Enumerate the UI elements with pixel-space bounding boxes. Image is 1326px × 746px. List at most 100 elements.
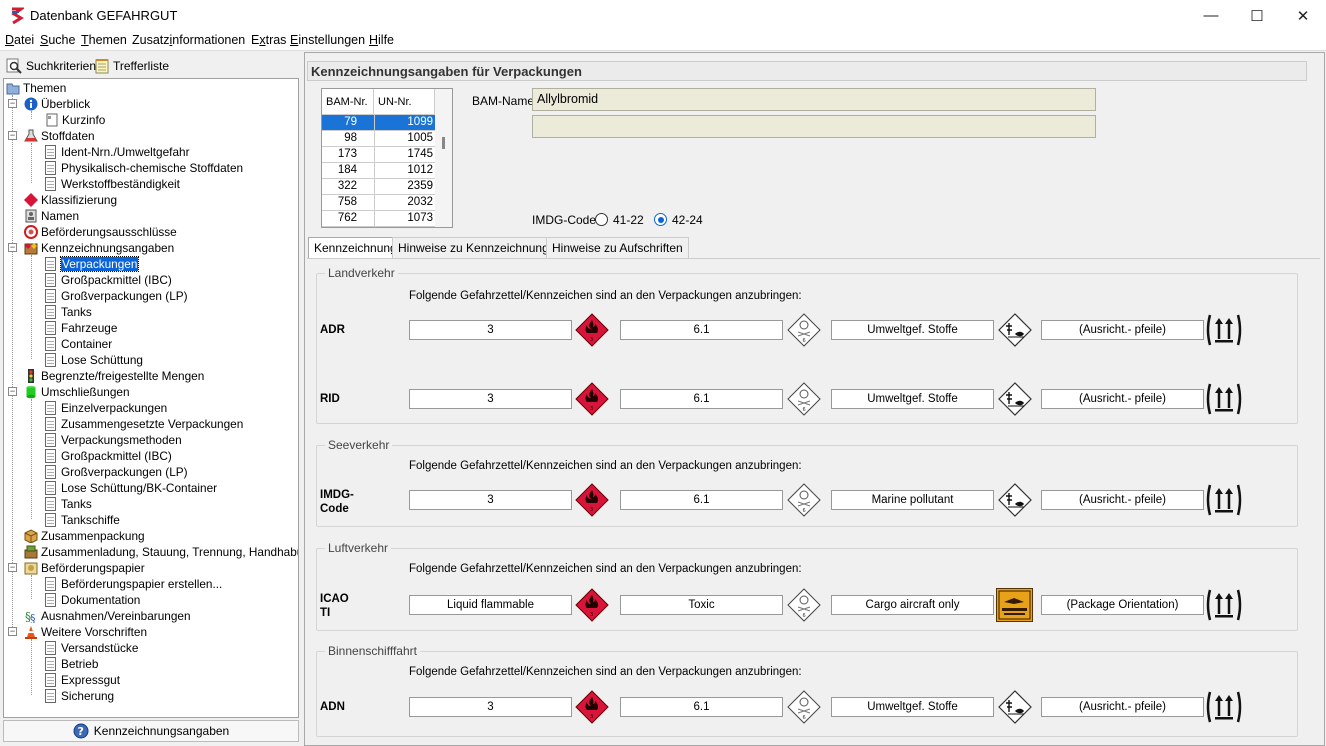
tree-item-label: Zusammengesetzte Verpackungen bbox=[61, 417, 244, 431]
tree-item-stoffdaten[interactable]: Stoffdaten bbox=[24, 128, 95, 144]
menu-extras[interactable]: Extras bbox=[251, 33, 286, 47]
tree-guide bbox=[31, 399, 32, 519]
collapse-toggle[interactable]: − bbox=[8, 243, 17, 252]
collapse-toggle[interactable]: − bbox=[8, 99, 17, 108]
tree-item-zusammenpackung[interactable]: Zusammenpackung bbox=[24, 528, 145, 544]
flame-diamond-icon: 3 bbox=[575, 382, 609, 416]
table-row[interactable]: 322 2359 bbox=[322, 179, 435, 195]
table-row[interactable]: 79 1099 bbox=[322, 115, 435, 131]
svg-text:?: ? bbox=[77, 725, 83, 738]
scrollbar-thumb[interactable] bbox=[442, 137, 445, 149]
radio-42-24[interactable] bbox=[654, 213, 667, 226]
tree-root[interactable]: Themen bbox=[6, 80, 66, 96]
table-row[interactable]: 98 1005 bbox=[322, 131, 435, 147]
menu-themen[interactable]: Themen bbox=[81, 33, 127, 47]
imdg-label-4: (Ausricht.- pfeile) bbox=[1041, 490, 1204, 510]
tree-item-lp2[interactable]: Großverpackungen (LP) bbox=[45, 464, 188, 480]
tree-item-befpapier-erstellen[interactable]: Beförderungspapier erstellen... bbox=[45, 576, 222, 592]
tree-item-ibc[interactable]: Großpackmittel (IBC) bbox=[45, 272, 172, 288]
tab-hinweise-kennzeichnungen[interactable]: Hinweise zu Kennzeichnungen bbox=[392, 237, 569, 258]
tree-item-label: Begrenzte/freigestellte Mengen bbox=[41, 369, 205, 383]
svg-text:3: 3 bbox=[590, 507, 593, 513]
tree-item-zusammenladung[interactable]: Zusammenladung, Stauung, Trennung, Handh… bbox=[24, 544, 298, 560]
tree-item-expressgut[interactable]: Expressgut bbox=[45, 672, 120, 688]
svg-text:3: 3 bbox=[590, 406, 593, 412]
tab-trefferliste[interactable]: Trefferliste bbox=[95, 57, 169, 75]
table-row[interactable]: 184 1012 bbox=[322, 163, 435, 179]
tree-item-methoden[interactable]: Verpackungsmethoden bbox=[45, 432, 182, 448]
tree-item-tanks[interactable]: Tanks bbox=[45, 304, 92, 320]
tree-item-fahrzeuge[interactable]: Fahrzeuge bbox=[45, 320, 117, 336]
tree-item-dokumentation[interactable]: Dokumentation bbox=[45, 592, 140, 608]
tree-item-kennzeichnungsangaben[interactable]: Kennzeichnungsangaben bbox=[24, 240, 174, 256]
menu-hilfe[interactable]: Hilfe bbox=[369, 33, 394, 47]
menu-suche[interactable]: Suche bbox=[40, 33, 75, 47]
bam-name-field-2[interactable] bbox=[532, 115, 1096, 138]
radio-41-22[interactable] bbox=[595, 213, 608, 226]
tree-item-physchem[interactable]: Physikalisch-chemische Stoffdaten bbox=[45, 160, 243, 176]
tree-item-weitere[interactable]: Weitere Vorschriften bbox=[24, 624, 147, 640]
tree-item-ueberblick[interactable]: Überblick bbox=[24, 96, 90, 112]
tree-item-label: Verpackungsmethoden bbox=[61, 433, 182, 447]
tree-item-ident[interactable]: Ident-Nrn./Umweltgefahr bbox=[45, 144, 190, 160]
document-icon bbox=[45, 641, 56, 655]
cell-bam: 758 bbox=[337, 196, 357, 208]
tree-item-kurzinfo[interactable]: Kurzinfo bbox=[45, 112, 105, 128]
collapse-toggle[interactable]: − bbox=[8, 563, 17, 572]
tree-item-verpackungen[interactable]: Verpackungen bbox=[45, 256, 140, 272]
column-header-un[interactable]: UN-Nr. bbox=[374, 89, 435, 115]
tree-item-begrenzte[interactable]: Begrenzte/freigestellte Mengen bbox=[24, 368, 204, 384]
table-row[interactable]: 173 1745 bbox=[322, 147, 435, 163]
tree-item-sicherung[interactable]: Sicherung bbox=[45, 688, 114, 704]
tree-item-tankschiffe[interactable]: Tankschiffe bbox=[45, 512, 120, 528]
tab-hinweise-aufschriften[interactable]: Hinweise zu Aufschriften bbox=[546, 237, 689, 258]
tree-item-klassifizierung[interactable]: Klassifizierung bbox=[24, 192, 117, 208]
tree-item-zusammengesetzt[interactable]: Zusammengesetzte Verpackungen bbox=[45, 416, 243, 432]
menu-einstellungen[interactable]: Einstellungen bbox=[290, 33, 365, 47]
table-row[interactable]: 758 2032 bbox=[322, 195, 435, 211]
collapse-toggle[interactable]: − bbox=[8, 387, 17, 396]
tab-kennzeichnung[interactable]: Kennzeichnung bbox=[308, 237, 403, 258]
tree-item-befpapier[interactable]: Beförderungspapier bbox=[24, 560, 145, 576]
icao-label-3: Cargo aircraft only bbox=[831, 595, 994, 615]
cargo-aircraft-only-icon bbox=[996, 588, 1033, 622]
minimize-button[interactable]: — bbox=[1188, 0, 1234, 31]
table-scrollbar[interactable] bbox=[435, 89, 452, 227]
collapse-toggle[interactable]: − bbox=[8, 131, 17, 140]
tree-item-werkstoff[interactable]: Werkstoffbeständigkeit bbox=[45, 176, 180, 192]
column-header-bam[interactable]: BAM-Nr. bbox=[322, 89, 374, 115]
tree-item-ausnahmen[interactable]: § § Ausnahmen/Vereinbarungen bbox=[24, 608, 191, 624]
tree-item-lose[interactable]: Lose Schüttung bbox=[45, 352, 143, 368]
document-icon bbox=[45, 513, 56, 527]
table-row[interactable]: 762 1073 bbox=[322, 211, 435, 227]
tree-item-einzel[interactable]: Einzelverpackungen bbox=[45, 400, 167, 416]
menu-zusatzinformationen[interactable]: Zusatzinformationen bbox=[132, 33, 245, 47]
tree-item-lp[interactable]: Großverpackungen (LP) bbox=[45, 288, 188, 304]
tree-item-betrieb[interactable]: Betrieb bbox=[45, 656, 98, 672]
tree-item-container[interactable]: Container bbox=[45, 336, 112, 352]
bam-table[interactable]: BAM-Nr. UN-Nr. 79 1099 98 1005 173 1745 184… bbox=[321, 88, 453, 228]
maximize-button[interactable]: ☐ bbox=[1234, 0, 1280, 31]
context-help-button[interactable]: ? Kennzeichnungsangaben bbox=[3, 720, 299, 742]
tree-item-label: Einzelverpackungen bbox=[61, 401, 168, 415]
tree-guide bbox=[31, 255, 32, 359]
notepad-icon bbox=[95, 59, 109, 74]
tree-item-umschliessungen[interactable]: Umschließungen bbox=[24, 384, 130, 400]
tree-item-versandstuecke[interactable]: Versandstücke bbox=[45, 640, 138, 656]
collapse-toggle[interactable]: − bbox=[8, 627, 17, 636]
close-button[interactable]: ✕ bbox=[1280, 0, 1326, 31]
tree-item-label: Physikalisch-chemische Stoffdaten bbox=[61, 161, 244, 175]
tab-suchkriterien[interactable]: Suchkriterien bbox=[6, 57, 96, 75]
tree-item-befausschluesse[interactable]: Beförderungsausschlüsse bbox=[24, 224, 177, 240]
tree-item-namen[interactable]: Namen bbox=[24, 208, 79, 224]
cell-bam: 322 bbox=[337, 180, 357, 192]
bam-name-field[interactable]: Allylbromid bbox=[532, 88, 1096, 111]
menu-datei[interactable]: Datei bbox=[5, 33, 34, 47]
tree-item-ibc2[interactable]: Großpackmittel (IBC) bbox=[45, 448, 172, 464]
tree-item-tanks2[interactable]: Tanks bbox=[45, 496, 92, 512]
tree-guide bbox=[31, 575, 32, 599]
tree-item-lose-bk[interactable]: Lose Schüttung/BK-Container bbox=[45, 480, 217, 496]
window-title: Datenbank GEFAHRGUT bbox=[30, 8, 178, 23]
skull-diamond-icon: 6 bbox=[787, 313, 821, 347]
flame-diamond-icon: 3 bbox=[575, 483, 609, 517]
